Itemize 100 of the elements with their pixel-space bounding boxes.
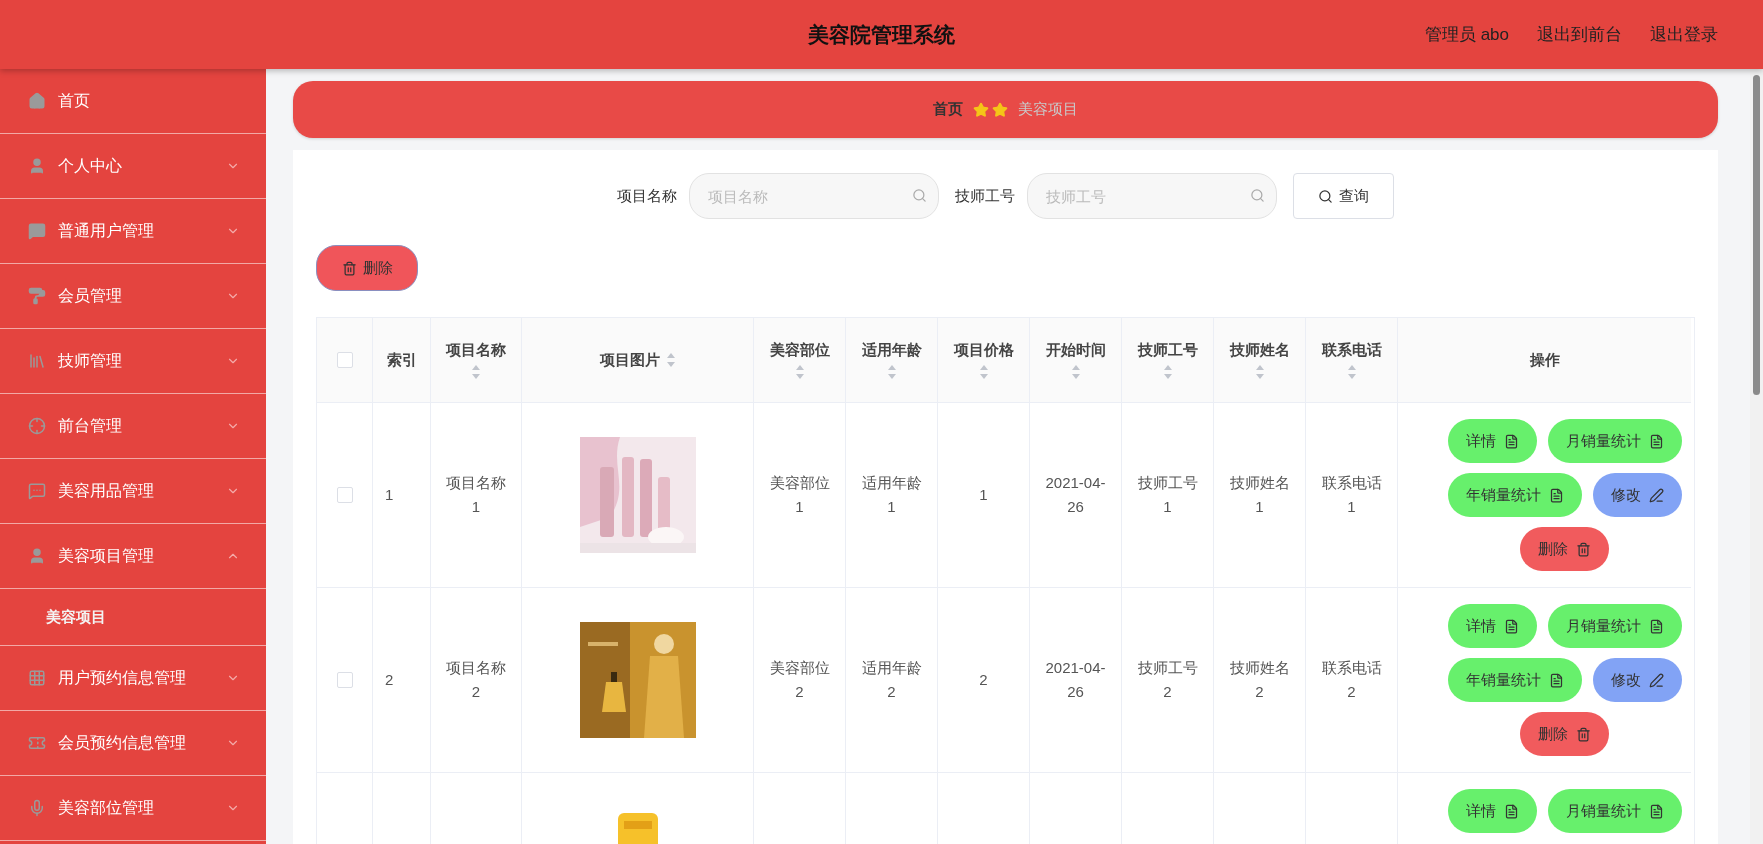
table-cell-text: 美容部位 1 — [768, 473, 831, 517]
document-icon — [1503, 618, 1519, 634]
column-header[interactable]: 项目价格 — [953, 340, 1014, 360]
home-icon — [28, 92, 46, 110]
action-button[interactable]: 月销量统计 — [1547, 789, 1682, 833]
column-header[interactable]: 美容部位 — [769, 340, 830, 360]
checkbox[interactable] — [336, 352, 353, 368]
action-button[interactable]: 年销量统计 — [1447, 473, 1582, 517]
star-icon — [992, 101, 1008, 118]
sidebar-item[interactable]: 会员管理 — [0, 264, 266, 329]
action-button[interactable]: 月销量统计 — [1547, 604, 1682, 648]
pencil-icon — [1648, 672, 1664, 688]
scrollbar[interactable] — [1750, 69, 1763, 844]
sidebar-item[interactable]: 会员预约信息管理 — [0, 711, 266, 776]
header-link[interactable]: 退出登录 — [1650, 23, 1718, 46]
action-button[interactable]: 删除 — [1520, 527, 1609, 571]
column-header[interactable]: 技师工号 — [1137, 340, 1198, 360]
action-button[interactable]: 删除 — [1520, 712, 1609, 756]
column-header[interactable]: 联系电话 — [1321, 340, 1382, 360]
ticket-icon — [28, 734, 46, 752]
action-button[interactable]: 修改 — [1592, 473, 1682, 517]
search-icon — [1318, 188, 1333, 204]
table-cell-text: 项目名称 2 — [445, 658, 507, 702]
sidebar-item[interactable]: 技师管理 — [0, 329, 266, 394]
table-cell-text: 技师工号 1 — [1136, 473, 1199, 517]
sort-icon[interactable] — [978, 363, 989, 380]
sort-icon[interactable] — [1254, 363, 1265, 380]
table-cell-text: 联系电话 1 — [1320, 473, 1383, 517]
sidebar-item[interactable]: 普通用户管理 — [0, 199, 266, 264]
sidebar-item[interactable]: 前台管理 — [0, 394, 266, 459]
table-cell-text: 美容部位 2 — [768, 658, 831, 702]
sidebar-item[interactable]: 个人中心 — [0, 134, 266, 199]
table-cell-text: 适用年龄 2 — [860, 658, 923, 702]
column-header[interactable]: 开始时间 — [1045, 340, 1106, 360]
search-icon — [912, 188, 927, 203]
field-label: 技师工号 — [955, 186, 1015, 206]
sort-icon[interactable] — [886, 363, 897, 380]
column-header[interactable]: 项目名称 — [446, 340, 506, 360]
table-cell-text: 2021-04-26 — [1044, 658, 1107, 702]
column-header[interactable]: 技师姓名 — [1229, 340, 1290, 360]
document-icon — [1648, 803, 1664, 819]
sidebar-item[interactable]: 首页 — [0, 69, 266, 134]
delete-button[interactable]: 删除 — [316, 245, 418, 291]
column-header: 索引 — [386, 350, 417, 370]
table-cell-text: 适用年龄 1 — [860, 473, 923, 517]
field-label: 项目名称 — [617, 186, 677, 206]
search-icon — [1250, 188, 1265, 203]
action-button[interactable]: 年销量统计 — [1447, 658, 1582, 702]
breadcrumb-item[interactable]: 首页 — [933, 100, 963, 119]
action-button[interactable]: 详情 — [1447, 789, 1537, 833]
trash-icon — [1576, 541, 1591, 557]
paint-roller-icon — [28, 287, 46, 305]
action-button[interactable]: 月销量统计 — [1547, 419, 1682, 463]
search-button[interactable]: 查询 — [1293, 173, 1394, 219]
header-link[interactable]: 退出到前台 — [1537, 23, 1622, 46]
crosshair-icon — [28, 417, 46, 435]
checkbox[interactable] — [336, 672, 353, 688]
table-cell-text: 2021-04-26 — [1044, 473, 1107, 517]
document-icon — [1648, 618, 1664, 634]
sidebar-subitem[interactable]: 美容项目 — [0, 589, 266, 646]
table-cell-text: 技师姓名 2 — [1228, 658, 1291, 702]
books-icon — [28, 352, 46, 370]
sort-icon[interactable] — [1070, 363, 1081, 380]
table-cell-text: 技师姓名 1 — [1228, 473, 1291, 517]
document-icon — [1503, 803, 1519, 819]
column-header[interactable]: 项目图片 — [599, 350, 660, 370]
table-cell-text: 项目名称 1 — [445, 473, 507, 517]
app-title: 美容院管理系统 — [808, 21, 955, 48]
user-icon — [28, 157, 46, 175]
search-field[interactable]: 项目名称 — [689, 173, 939, 219]
star-icon — [973, 101, 989, 118]
sort-icon[interactable] — [665, 352, 676, 368]
action-button[interactable]: 修改 — [1592, 658, 1682, 702]
sort-icon[interactable] — [794, 363, 805, 380]
sort-icon[interactable] — [1346, 363, 1357, 380]
table-cell-text: 联系电话 2 — [1320, 658, 1383, 702]
sidebar-item[interactable]: 用户预约信息管理 — [0, 646, 266, 711]
document-icon — [1548, 487, 1564, 503]
sort-icon[interactable] — [471, 363, 481, 380]
sort-icon[interactable] — [1162, 363, 1173, 380]
message-icon — [28, 482, 46, 500]
header-link[interactable]: 管理员 abo — [1424, 23, 1509, 46]
sidebar-item[interactable]: 美容部位管理 — [0, 776, 266, 841]
action-button[interactable]: 详情 — [1447, 419, 1537, 463]
document-icon — [1503, 433, 1519, 449]
table-cell-text: 技师工号 2 — [1136, 658, 1199, 702]
chat-icon — [28, 222, 46, 240]
checkbox[interactable] — [336, 487, 353, 503]
table-cell-text: 1 — [979, 485, 988, 505]
pencil-icon — [1648, 487, 1664, 503]
user-icon — [28, 547, 46, 565]
action-button[interactable]: 详情 — [1447, 604, 1537, 648]
sidebar-item[interactable]: 美容用品管理 — [0, 459, 266, 524]
table-cell-text: 2 — [385, 670, 394, 690]
grid-icon — [28, 669, 46, 687]
microphone-icon — [28, 799, 46, 817]
trash-icon — [341, 260, 357, 276]
trash-icon — [1576, 726, 1591, 742]
column-header[interactable]: 适用年龄 — [861, 340, 922, 360]
sidebar-item[interactable]: 美容项目管理 — [0, 524, 266, 589]
